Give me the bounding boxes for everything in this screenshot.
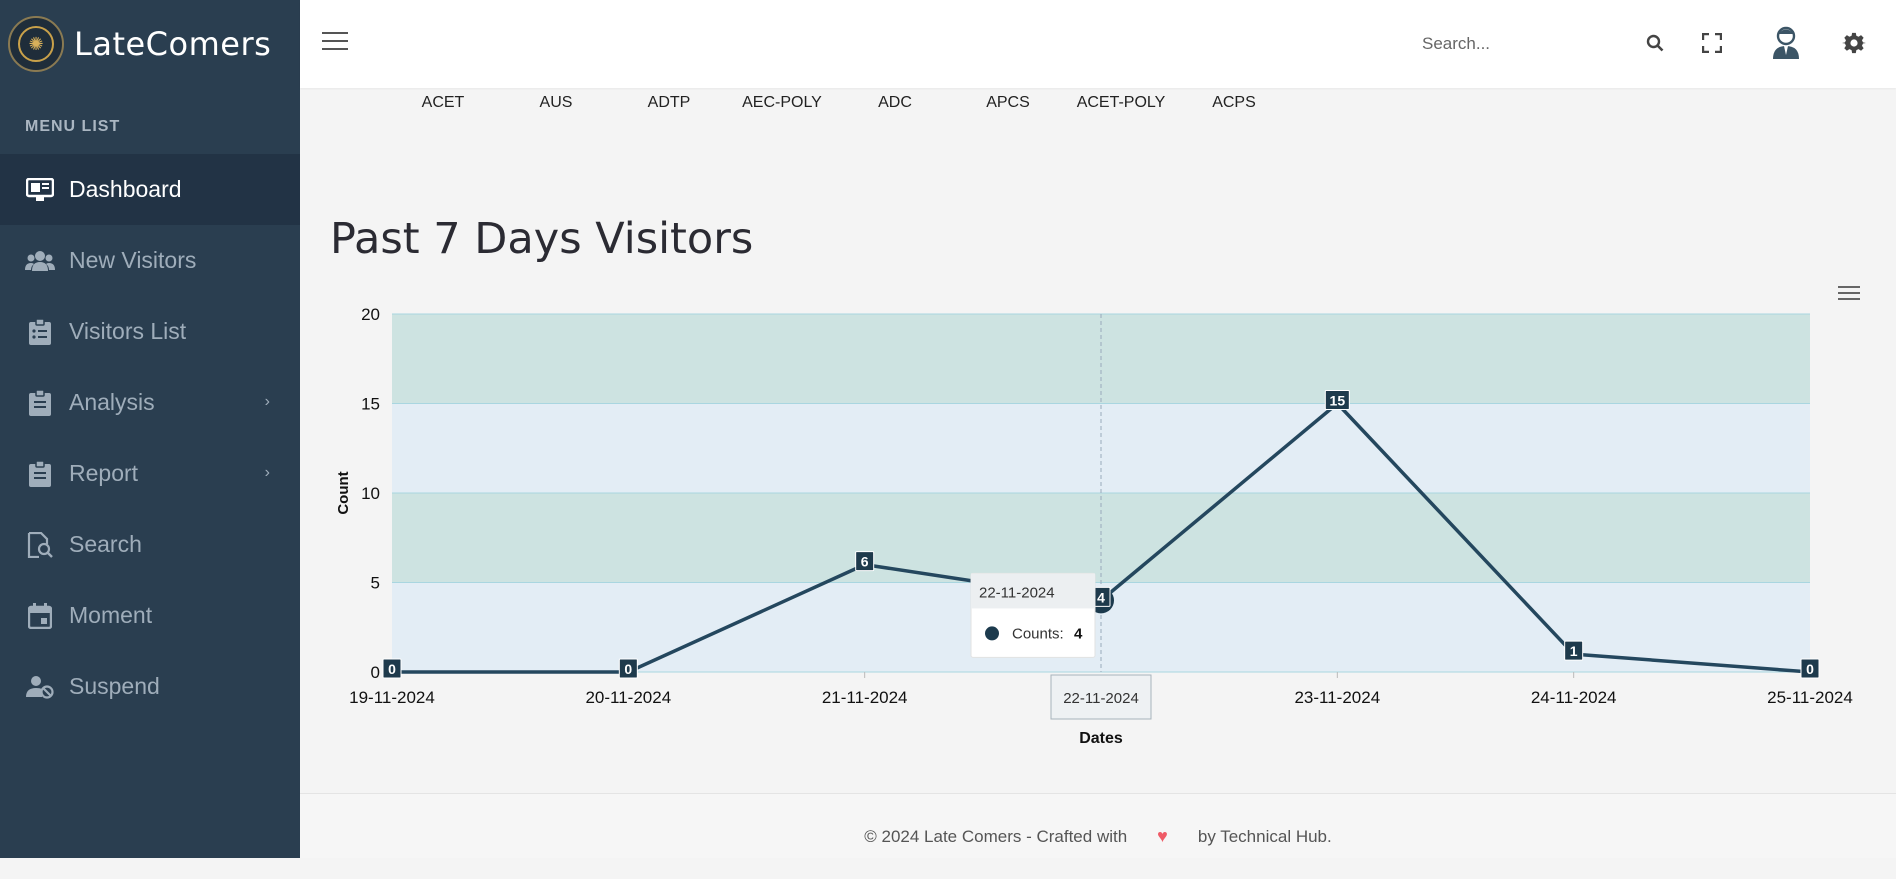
x-tick-label: 25-11-2024 [1767, 688, 1853, 707]
x-tick-label: 23-11-2024 [1294, 688, 1380, 707]
sidebar-item-moment[interactable]: Moment [0, 580, 300, 651]
sidebar-item-label: New Visitors [69, 247, 197, 273]
tooltip-date: 22-11-2024 [979, 584, 1055, 601]
tooltip-series-dot [985, 626, 999, 641]
data-label: 15 [1330, 393, 1346, 409]
heart-icon: ♥ [1157, 826, 1168, 846]
fullscreen-icon[interactable] [1697, 28, 1727, 58]
users-icon [25, 248, 55, 274]
sidebar-item-label: Search [69, 531, 142, 557]
x-tick-label: 24-11-2024 [1531, 688, 1617, 707]
sidebar-item-analysis[interactable]: Analysis › [0, 367, 300, 438]
calendar-icon [25, 602, 55, 629]
clipboard-list-icon [25, 318, 55, 345]
sidebar-item-label: Report [69, 460, 139, 486]
topbar [300, 0, 1896, 88]
clipboard-icon [25, 389, 55, 416]
x-tick-label: 20-11-2024 [585, 688, 671, 707]
x-tick-label: 21-11-2024 [822, 688, 908, 707]
chevron-right-icon: › [264, 464, 270, 481]
logo-sun-icon: ✺ [18, 26, 54, 62]
logo: ✺ [8, 16, 64, 72]
crosshair-label: 22-11-2024 [1063, 690, 1139, 707]
sidebar-item-label: Analysis [69, 389, 155, 415]
chevron-right-icon: › [264, 393, 270, 410]
menu-list-title: MENU LIST [25, 118, 121, 135]
footer-text-right: by Technical Hub. [1197, 827, 1332, 846]
sidebar: ✺ LateComers MENU LIST Dashboard New Vis… [0, 0, 300, 858]
user-block-icon [25, 674, 55, 700]
data-label: 6 [861, 554, 869, 570]
monitor-icon [25, 177, 55, 203]
footer-text-left: © 2024 Late Comers - Crafted with [864, 827, 1128, 846]
y-tick-label: 10 [361, 484, 380, 503]
sidebar-item-dashboard[interactable]: Dashboard [0, 154, 300, 225]
visitors-line-chart: 0510152019-11-2024 20-11-2024 21-11-2024 23… [335, 305, 1853, 747]
data-label: 0 [624, 661, 632, 677]
sidebar-item-suspend[interactable]: Suspend [0, 651, 300, 722]
data-label: 0 [388, 661, 396, 677]
sidebar-item-report[interactable]: Report › [0, 438, 300, 509]
sidebar-item-label: Dashboard [69, 176, 182, 202]
sidebar-item-visitors-list[interactable]: Visitors List [0, 296, 300, 367]
y-tick-label: 5 [371, 574, 380, 593]
sidebar-item-label: Moment [69, 602, 153, 628]
brand[interactable]: ✺ LateComers [0, 0, 300, 88]
sidebar-item-new-visitors[interactable]: New Visitors [0, 225, 300, 296]
x-tick-label: 19-11-2024 [349, 688, 435, 707]
user-avatar-icon[interactable] [1768, 24, 1804, 60]
y-tick-label: 0 [371, 663, 380, 682]
search-input[interactable] [1422, 26, 1662, 62]
y-axis-title: Count [335, 471, 352, 514]
y-tick-label: 15 [361, 395, 380, 414]
data-label: 4 [1097, 589, 1105, 605]
tooltip-series-label: Counts: [1012, 625, 1064, 642]
data-label: 1 [1570, 643, 1578, 659]
y-tick-label: 20 [361, 305, 380, 324]
x-axis-title: Dates [1079, 730, 1123, 747]
sidebar-item-search[interactable]: Search [0, 509, 300, 580]
menu-toggle-icon[interactable] [322, 32, 348, 52]
data-label: 0 [1806, 661, 1814, 677]
main-content: ACET AUS ADTP AEC-POLY ADC APCS ACET-POL… [300, 88, 1896, 793]
search-icon[interactable] [1640, 28, 1670, 58]
sidebar-item-label: Visitors List [69, 318, 187, 344]
clipboard-icon [25, 460, 55, 487]
file-search-icon [25, 531, 55, 558]
brand-name: LateComers [74, 25, 272, 63]
tooltip-value: 4 [1074, 625, 1083, 642]
gear-icon[interactable] [1839, 28, 1869, 58]
footer: © 2024 Late Comers - Crafted with ♥ by Tec… [300, 793, 1896, 858]
sidebar-item-label: Suspend [69, 673, 160, 699]
